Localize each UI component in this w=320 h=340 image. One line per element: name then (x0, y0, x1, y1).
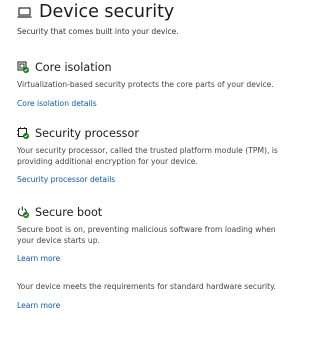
security-processor-details-link[interactable]: Security processor details (17, 175, 115, 184)
section-core-isolation: Core isolation Virtualization-based secu… (17, 59, 307, 110)
hardware-security-status: Your device meets the requirements for s… (17, 282, 307, 312)
page-header: Device security (17, 2, 174, 22)
section-security-processor: Security processor Your security process… (17, 125, 307, 186)
section-secure-boot: Secure boot Secure boot is on, preventin… (17, 204, 307, 265)
section-header: Secure boot (17, 204, 307, 220)
section-title: Core isolation (35, 60, 112, 74)
page-subtitle: Security that comes built into your devi… (17, 27, 179, 36)
secure-boot-learn-more-link[interactable]: Learn more (17, 254, 60, 263)
section-header: Security processor (17, 125, 307, 141)
chip-icon (17, 127, 29, 139)
core-isolation-icon (17, 61, 29, 73)
core-isolation-details-link[interactable]: Core isolation details (17, 99, 97, 108)
device-security-page: Device security Security that comes buil… (0, 0, 320, 340)
hardware-security-learn-more-link[interactable]: Learn more (17, 301, 60, 310)
section-header: Core isolation (17, 59, 307, 75)
section-description: Virtualization-based security protects t… (17, 80, 274, 89)
laptop-icon (17, 6, 32, 19)
section-description: Your security processor, called the trus… (17, 146, 278, 166)
status-description: Your device meets the requirements for s… (17, 282, 276, 291)
power-check-icon (17, 206, 29, 218)
page-title: Device security (39, 2, 175, 22)
section-description: Secure boot is on, preventing malicious … (17, 225, 276, 245)
section-title: Security processor (35, 126, 139, 140)
section-title: Secure boot (35, 205, 103, 219)
